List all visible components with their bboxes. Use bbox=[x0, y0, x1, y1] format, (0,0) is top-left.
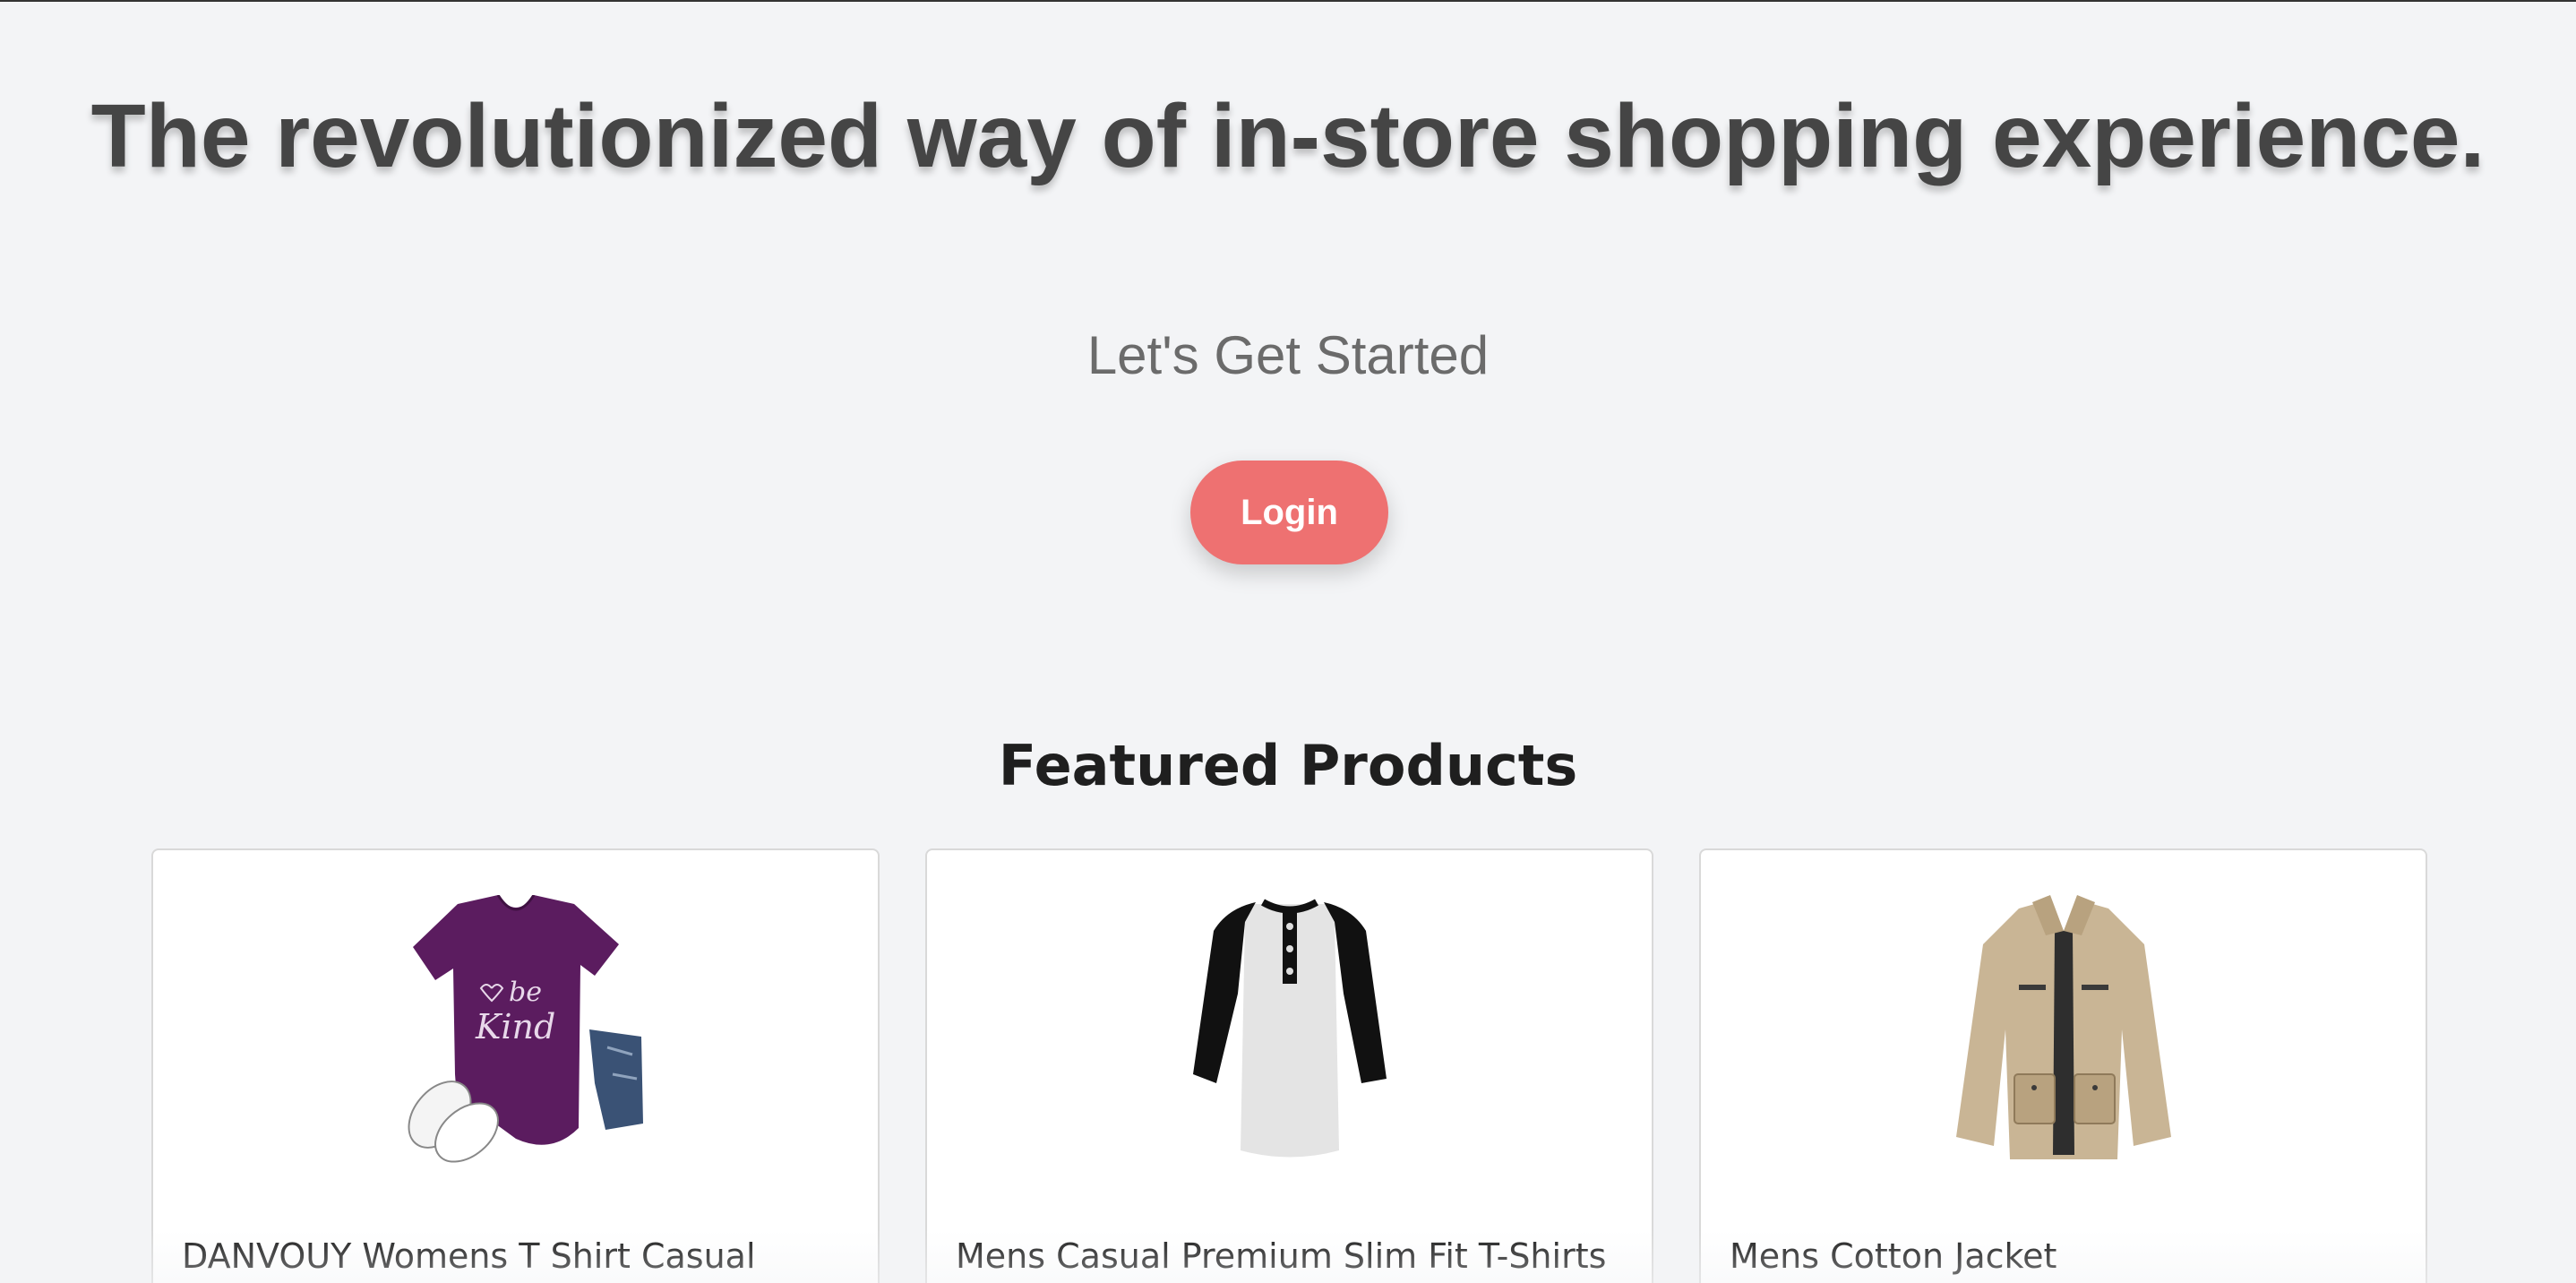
featured-products-heading: Featured Products bbox=[998, 733, 1578, 798]
login-button[interactable]: Login bbox=[1190, 461, 1388, 564]
hero-subtitle: Let's Get Started bbox=[1086, 325, 1490, 385]
landing-page: The revolutionized way of in-store shopp… bbox=[0, 0, 2576, 1283]
svg-text:be: be bbox=[509, 977, 542, 1008]
product-card[interactable]: Mens Casual Premium Slim Fit T-Shirts bbox=[925, 848, 1653, 1283]
product-title[interactable]: Mens Casual Premium Slim Fit T-Shirts bbox=[956, 1234, 1634, 1279]
product-title[interactable]: Mens Cotton Jacket bbox=[1730, 1234, 2408, 1279]
product-image-jacket[interactable] bbox=[1929, 895, 2198, 1164]
svg-text:Kind: Kind bbox=[475, 1007, 555, 1046]
product-title[interactable]: DANVOUY Womens T Shirt Casual bbox=[182, 1234, 860, 1279]
product-card[interactable]: Mens Cotton Jacket bbox=[1699, 848, 2427, 1283]
product-image-henley[interactable] bbox=[1155, 895, 1424, 1164]
hero-title: The revolutionized way of in-store shopp… bbox=[90, 86, 2486, 186]
product-card[interactable]: be Kind DANVOUY Womens T Shirt Casual bbox=[151, 848, 880, 1283]
product-image-tshirt[interactable]: be Kind bbox=[382, 895, 650, 1164]
